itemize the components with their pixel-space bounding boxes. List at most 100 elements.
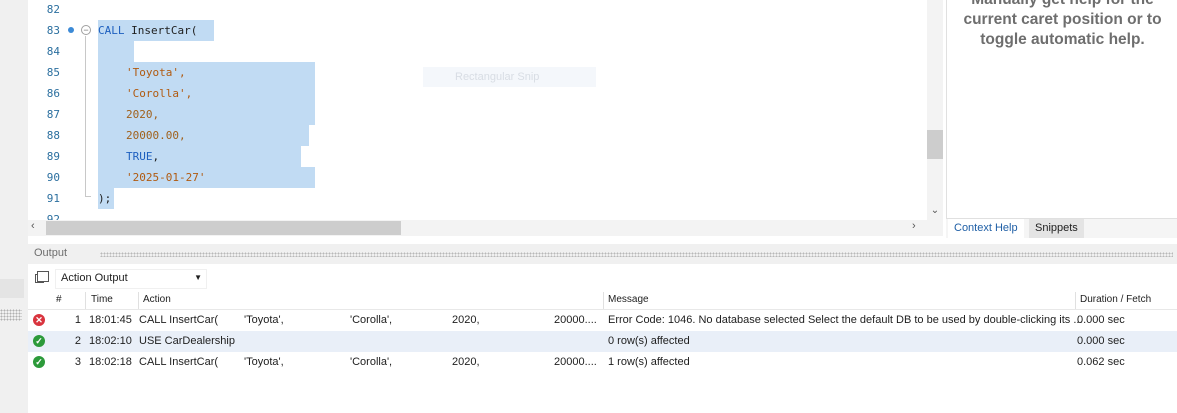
tab-context-help[interactable]: Context Help [948,219,1024,238]
row-time: 18:02:18 [89,356,132,368]
row-message: 0 row(s) affected [608,335,690,347]
table-row[interactable]: ✓ 2 18:02:10 USE CarDealership 0 row(s) affe… [28,331,1177,352]
col-header-message[interactable]: Message [608,294,649,305]
table-row[interactable]: ✕ 1 18:01:45 CALL InsertCar( 'Toyota', 'Corol… [28,310,1177,331]
code-line[interactable]: 'Toyota', [126,66,186,79]
row-action: CALL InsertCar( [139,356,219,368]
sql-keyword: TRUE [126,150,153,163]
row-action: 'Corolla', [350,314,393,326]
code-line[interactable]: 'Corolla', [126,87,192,100]
column-divider[interactable] [603,292,604,309]
row-action: 'Toyota', [244,356,284,368]
selection-block [98,41,134,62]
sql-text: InsertCar( [124,24,198,37]
row-time: 18:01:45 [89,314,132,326]
sql-string: 'Toyota', [126,66,186,79]
row-action: 'Toyota', [244,314,284,326]
header-grip[interactable] [100,252,1173,257]
row-action: 2020, [452,314,480,326]
row-number: 3 [74,356,81,368]
copy-icon-front[interactable] [37,271,49,282]
output-type-label: Action Output [61,272,128,284]
col-header-num[interactable]: # [56,294,62,305]
horizontal-scroll-thumb[interactable] [46,221,401,235]
row-action: 20000.... [554,314,597,326]
output-title: Output [34,247,68,259]
chevron-down-icon: ▼ [194,273,202,282]
output-type-select[interactable]: Action Output ▼ [55,269,207,289]
col-header-action[interactable]: Action [143,294,171,305]
fold-minus-icon[interactable]: − [81,25,91,35]
column-divider[interactable] [1075,292,1076,309]
help-message: Manually get help for the current caret … [947,0,1177,50]
code-line[interactable]: ); [98,192,111,205]
help-line: toggle automatic help. [980,31,1145,48]
row-number: 1 [74,314,81,326]
side-panel-tab[interactable] [0,279,24,298]
bullet-dot-icon [68,27,74,33]
check-circle-icon: ✓ [33,335,45,347]
context-help-panel: Manually get help for the current caret … [946,0,1177,220]
row-duration: 0.000 sec [1077,335,1125,347]
row-action: 20000.... [554,356,597,368]
row-duration: 0.000 sec [1077,314,1125,326]
scroll-down-icon[interactable]: ⌄ [927,205,943,219]
fold-guide-line [85,36,86,196]
row-duration: 0.062 sec [1077,356,1125,368]
fold-guide-end [85,196,91,197]
scroll-right-icon[interactable]: › [912,220,924,236]
table-row[interactable]: ✓ 3 18:02:18 CALL InsertCar( 'Toyota', 'Corol… [28,352,1177,373]
error-x-icon: ✕ [33,314,45,326]
selection-gap [301,146,315,167]
help-line: Manually get help for the [947,0,1177,10]
sql-text: , [152,150,160,163]
line-number: 84 [46,45,60,58]
code-line[interactable]: '2025-01-27' [126,171,205,184]
sql-number: 2020, [126,108,160,121]
line-number: 91 [46,192,60,205]
row-time: 18:02:10 [89,335,132,347]
line-number-gutter: 82 83 84 85 86 87 88 89 90 91 92 [28,0,90,222]
sql-editor[interactable]: 82 83 84 85 86 87 88 89 90 91 92 − Rectangular Sni… [28,0,943,222]
code-line[interactable]: 2020, [126,108,159,121]
column-divider[interactable] [85,292,86,309]
line-number: 87 [46,108,60,121]
row-action: CALL InsertCar( [139,314,219,326]
code-line[interactable]: TRUE, [126,150,159,163]
column-divider[interactable] [138,292,139,309]
line-number: 83 [46,24,60,37]
scroll-left-icon[interactable]: ‹ [31,220,43,236]
check-circle-icon: ✓ [33,356,45,368]
sql-number: 20000.00, [126,129,186,142]
sql-text: ); [98,192,112,205]
row-action: 2020, [452,356,480,368]
sql-string: '2025-01-27' [126,171,206,184]
line-number: 89 [46,150,60,163]
row-action: USE CarDealership [139,335,235,347]
row-message: 1 row(s) affected [608,356,690,368]
code-line[interactable]: 20000.00, [126,129,186,142]
line-number: 86 [46,87,60,100]
editor-vertical-scrollbar[interactable] [927,0,943,222]
col-header-duration[interactable]: Duration / Fetch [1080,294,1151,305]
help-tabbar: Context Help Snippets [946,218,1177,238]
sql-string: 'Corolla', [126,87,193,100]
col-header-time[interactable]: Time [91,294,113,305]
row-number: 2 [74,335,81,347]
line-number: 88 [46,129,60,142]
help-line: current caret position or to [963,11,1162,28]
sql-keyword: CALL [98,24,125,37]
line-number: 85 [46,66,60,79]
row-action: 'Corolla', [350,356,393,368]
row-message: Error Code: 1046. No database selected S… [608,314,1083,326]
rectangular-snip-ghost: Rectangular Snip [423,67,596,87]
splitter-grip[interactable] [0,309,22,321]
selection-gap [309,125,315,146]
left-side-strip [0,0,28,413]
vertical-scroll-thumb[interactable] [927,130,943,159]
line-number: 90 [46,171,60,184]
code-line[interactable]: CALL InsertCar( [98,24,197,37]
selection-block [98,62,315,188]
output-panel-header: Output [28,244,1177,264]
tab-snippets[interactable]: Snippets [1029,219,1084,238]
